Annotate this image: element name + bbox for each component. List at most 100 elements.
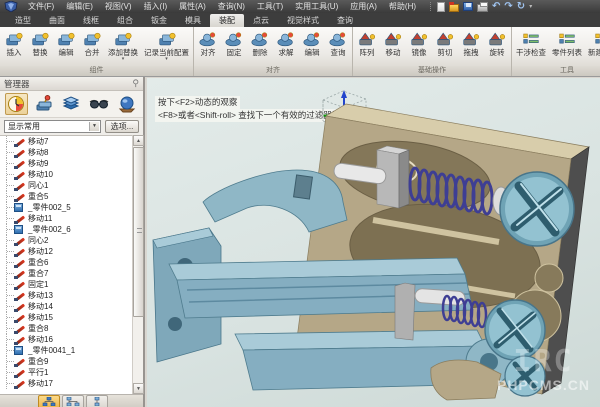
tree-item-icon <box>14 302 25 312</box>
ribbon-tab[interactable]: 造型 <box>6 14 40 27</box>
tree-item[interactable]: 移动15 <box>0 312 143 323</box>
ribbon-button[interactable]: 拖拽 <box>458 29 484 65</box>
watermark-text: PHPCMS.CN <box>497 377 590 393</box>
tree-item[interactable]: 移动9 <box>0 158 143 169</box>
footer-tab-constraint-view[interactable] <box>62 395 84 407</box>
tree-item[interactable]: 移动7 <box>0 136 143 147</box>
3d-viewport[interactable]: 按下<F2>动态的观察 <F8>或者<Shift-roll> 查找下一个有效的过… <box>147 78 600 407</box>
ribbon-button[interactable]: 干涉检查 <box>513 29 549 65</box>
layers-icon[interactable] <box>60 93 83 115</box>
ribbon-button[interactable]: 替换 <box>27 29 53 65</box>
menu-item[interactable]: 编辑(E) <box>60 0 99 13</box>
tree-item-icon <box>14 324 25 334</box>
ribbon-tab[interactable]: 查询 <box>328 14 362 27</box>
undo-icon[interactable]: ↶ <box>492 2 500 12</box>
tree-item[interactable]: 移动8 <box>0 147 143 158</box>
ribbon-button[interactable]: 旋转 <box>484 29 510 65</box>
ribbon-tab[interactable]: 视觉样式 <box>278 14 328 27</box>
tree-item-icon <box>14 247 25 257</box>
display-filter-select[interactable]: 显示常用 ▼ <box>4 120 101 133</box>
menu-item[interactable]: 插入(I) <box>138 0 174 13</box>
tree-item-icon <box>14 214 25 224</box>
ribbon-toolbar: 插入 替换 <box>0 27 600 77</box>
ribbon-tab[interactable]: 装配 <box>210 14 244 27</box>
tree-scrollbar[interactable]: ▲ ▼ <box>132 135 143 394</box>
tree-item[interactable]: 移动17 <box>0 378 143 389</box>
tree-item[interactable]: 重合7 <box>0 268 143 279</box>
menu-item[interactable]: 实用工具(U) <box>289 0 344 13</box>
ribbon-button[interactable]: 合并 <box>79 29 105 65</box>
menu-item[interactable]: 查询(N) <box>212 0 251 13</box>
ribbon-button[interactable]: 固定 <box>221 29 247 65</box>
panel-toolbar <box>0 91 143 118</box>
tree-item[interactable]: 固定1 <box>0 279 143 290</box>
menu-item[interactable]: 属性(A) <box>173 0 212 13</box>
refresh-icon[interactable]: ↻ <box>517 2 525 12</box>
redo-icon[interactable]: ↷ <box>504 2 512 12</box>
ribbon-button[interactable]: 对齐 <box>195 29 221 65</box>
menu-item[interactable]: 帮助(H) <box>383 0 422 13</box>
footer-tab-design-tree[interactable] <box>38 395 60 407</box>
assembly-icon[interactable] <box>33 93 56 115</box>
ribbon-button[interactable]: 镜像 <box>406 29 432 65</box>
ribbon-tab[interactable]: 钣金 <box>142 14 176 27</box>
app-logo-icon <box>0 0 22 13</box>
tree-item-icon <box>14 170 25 180</box>
tree-item[interactable]: 重合5 <box>0 191 143 202</box>
history-icon[interactable] <box>5 93 28 115</box>
save-icon[interactable] <box>463 2 473 11</box>
ribbon-button[interactable]: 查询 <box>325 29 351 65</box>
open-file-icon[interactable] <box>449 4 459 12</box>
ribbon-button[interactable]: 删除 <box>247 29 273 65</box>
print-icon[interactable] <box>477 4 488 12</box>
ribbon-button[interactable]: 移动 <box>380 29 406 65</box>
ribbon-button[interactable]: 编辑 <box>299 29 325 65</box>
tree-item-icon <box>14 148 25 158</box>
toolbar-dropdown-icon[interactable]: ▾ <box>529 2 532 12</box>
menu-item[interactable]: 应用(A) <box>344 0 383 13</box>
tree-item[interactable]: 同心1 <box>0 180 143 191</box>
menu-item[interactable]: 视图(V) <box>99 0 138 13</box>
ribbon-tab[interactable]: 点云 <box>244 14 278 27</box>
tree-item[interactable]: 平行1 <box>0 367 143 378</box>
footer-tab-part-view[interactable] <box>86 395 108 407</box>
tree-item[interactable]: _零件002_6 <box>0 224 143 235</box>
tree-item[interactable]: 移动14 <box>0 301 143 312</box>
tree-connector <box>6 312 14 323</box>
ribbon-button[interactable]: 新建动画 ▾ <box>585 29 600 65</box>
tree-item[interactable]: 重合9 <box>0 356 143 367</box>
scroll-up-icon[interactable]: ▲ <box>133 135 144 146</box>
tree-item[interactable]: 移动13 <box>0 290 143 301</box>
view-glasses-icon[interactable] <box>88 93 111 115</box>
ribbon-button[interactable]: 记录当前配置 ▾ <box>141 29 192 65</box>
tree-item[interactable]: 移动12 <box>0 246 143 257</box>
menu-item[interactable]: 工具(T) <box>251 0 289 13</box>
tree-item[interactable]: 重合8 <box>0 323 143 334</box>
ribbon-tab[interactable]: 线框 <box>74 14 108 27</box>
scroll-down-icon[interactable]: ▼ <box>133 383 144 394</box>
ribbon-tab[interactable]: 模具 <box>176 14 210 27</box>
ribbon-button[interactable]: 零件列表 <box>549 29 585 65</box>
tree-item[interactable]: _零件002_5 <box>0 202 143 213</box>
ribbon-button[interactable]: 阵列 <box>354 29 380 65</box>
new-document-icon[interactable] <box>437 2 445 12</box>
tree-connector <box>6 147 14 158</box>
ribbon-button[interactable]: 剪切 <box>432 29 458 65</box>
tree-item[interactable]: 移动16 <box>0 334 143 345</box>
ribbon-button[interactable]: 编辑 <box>53 29 79 65</box>
ribbon-tab[interactable]: 曲面 <box>40 14 74 27</box>
tree-item[interactable]: _零件0041_1 <box>0 345 143 356</box>
ribbon-tab[interactable]: 组合 <box>108 14 142 27</box>
ribbon-button[interactable]: 插入 <box>1 29 27 65</box>
scrollbar-thumb[interactable] <box>133 147 144 317</box>
tree-item[interactable]: 移动11 <box>0 213 143 224</box>
options-button[interactable]: 选项... <box>105 120 139 133</box>
tree-item[interactable]: 移动10 <box>0 169 143 180</box>
ribbon-button[interactable]: 求解 <box>273 29 299 65</box>
render-sphere-icon[interactable] <box>115 93 138 115</box>
menu-item[interactable]: 文件(F) <box>22 0 60 13</box>
ribbon-button[interactable]: 添加替换 ▾ <box>105 29 141 65</box>
tree-item[interactable]: 同心2 <box>0 235 143 246</box>
pin-icon[interactable]: ⚲ <box>132 78 139 89</box>
tree-item[interactable]: 重合6 <box>0 257 143 268</box>
